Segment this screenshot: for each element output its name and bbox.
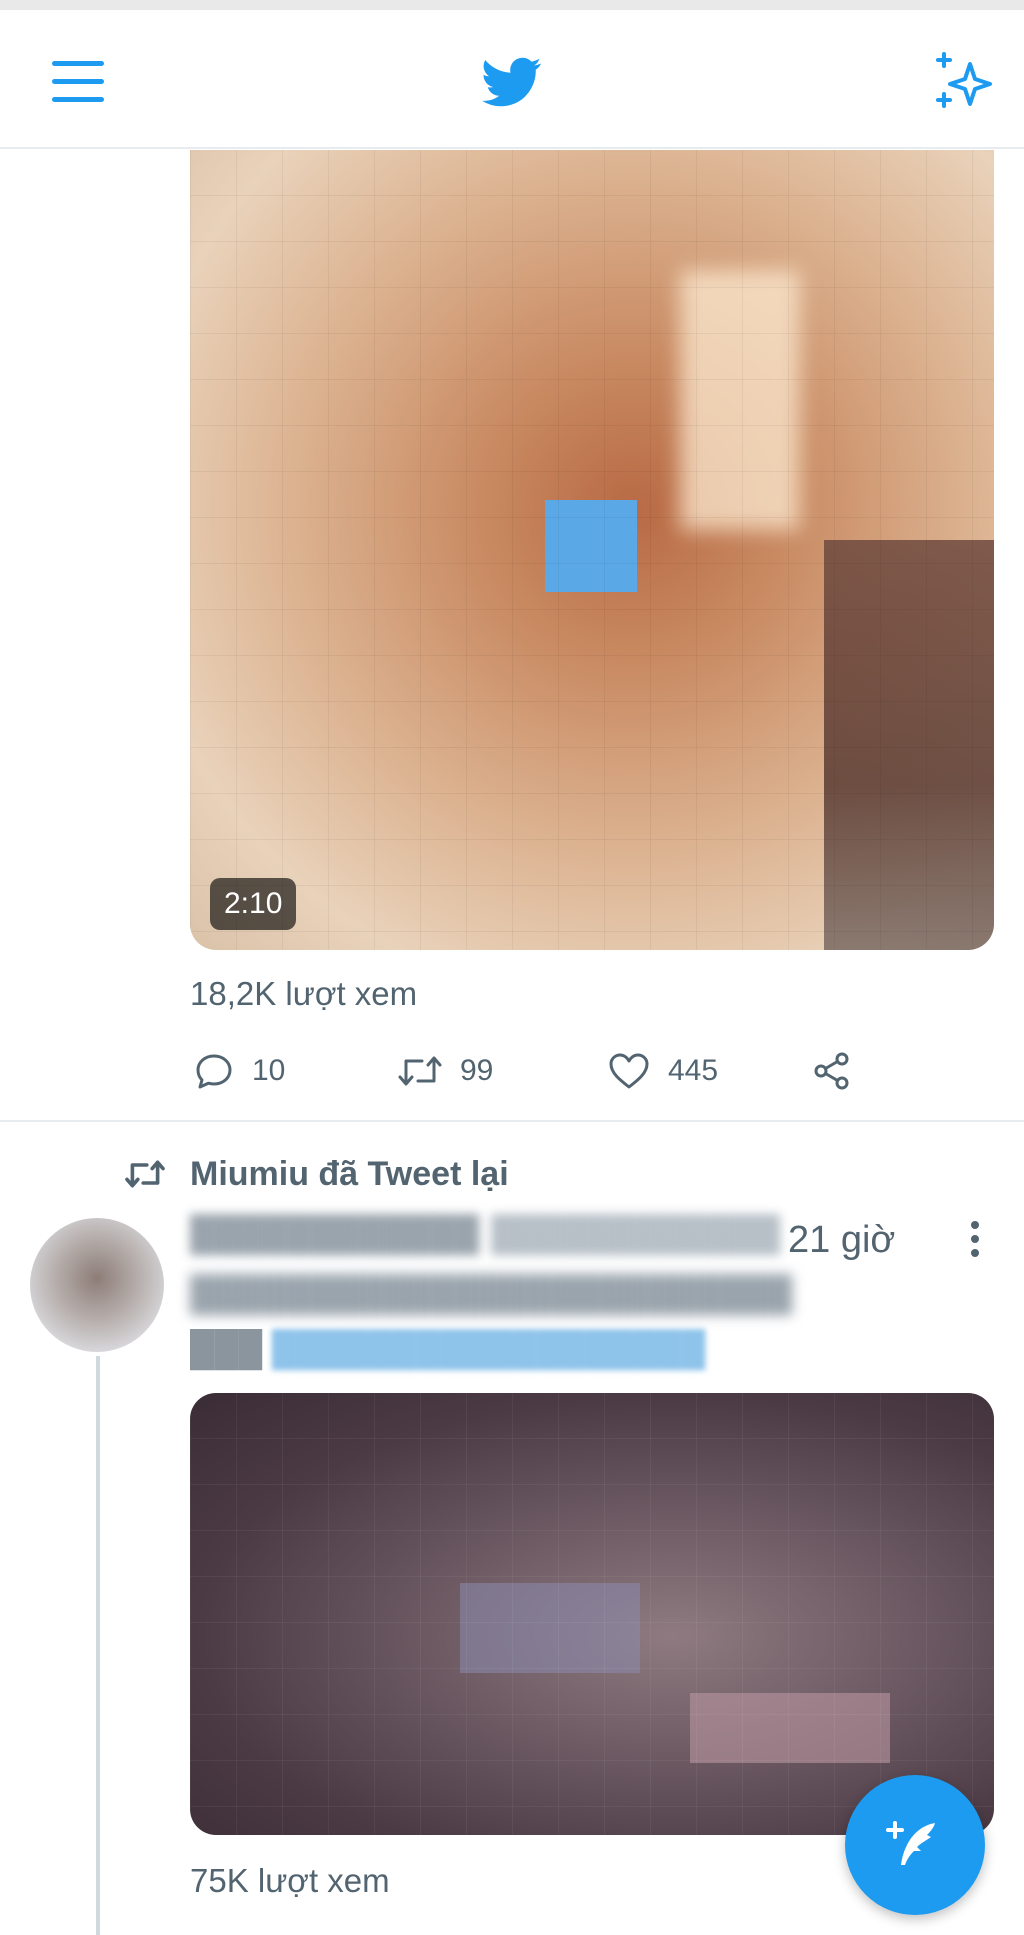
tweet-link-redacted[interactable]: ██████████████████	[272, 1330, 706, 1368]
tweet-link-prefix-redacted: ███	[190, 1330, 263, 1368]
tweet-time[interactable]: 21 giờ	[788, 1219, 895, 1262]
retweet-icon	[398, 1056, 442, 1086]
tweet-video-thumbnail[interactable]: 2:10	[190, 150, 994, 950]
tweet-header: ████████████ ████████████ 21 giờ	[190, 1215, 990, 1265]
top-tweets-button[interactable]	[930, 50, 994, 114]
pixelation-overlay	[190, 150, 994, 950]
author-name-redacted[interactable]: ████████████ ████████████	[190, 1215, 780, 1254]
avatar[interactable]	[30, 1218, 164, 1352]
sparkle-icon	[936, 52, 992, 108]
tweet-link-line: ███ ██████████████████	[190, 1330, 705, 1369]
share-button[interactable]	[812, 1045, 852, 1097]
tweet-actions: 10 99 445	[190, 1045, 890, 1097]
share-icon	[814, 1052, 849, 1090]
tweet-divider	[0, 1120, 1024, 1122]
like-count: 445	[668, 1054, 719, 1087]
hamburger-menu-icon	[52, 61, 104, 102]
reply-button[interactable]: 10	[194, 1045, 285, 1097]
retweet-button[interactable]: 99	[398, 1045, 493, 1097]
retweet-context[interactable]: Miumiu đã Tweet lại	[124, 1150, 509, 1198]
top-app-bar	[0, 10, 1024, 149]
feather-plus-icon	[886, 1821, 935, 1865]
tweet-media-thumbnail[interactable]	[190, 1393, 994, 1835]
more-vertical-icon	[971, 1221, 979, 1257]
retweeted-by-label: Miumiu đã Tweet lại	[190, 1154, 509, 1193]
twitter-logo[interactable]	[482, 52, 542, 112]
more-options-button[interactable]	[960, 1219, 990, 1259]
twitter-bird-icon	[482, 57, 541, 107]
video-duration-badge: 2:10	[210, 878, 297, 930]
tweet-text-redacted: █████████████████████████	[190, 1275, 793, 1313]
like-button[interactable]: 445	[608, 1045, 718, 1097]
compose-tweet-button[interactable]	[845, 1775, 985, 1915]
view-count: 75K lượt xem	[190, 1862, 390, 1899]
reply-count: 10	[252, 1054, 286, 1087]
heart-icon	[609, 1053, 649, 1089]
retweet-icon	[125, 1160, 165, 1188]
reply-icon	[196, 1054, 232, 1089]
status-bar	[0, 0, 1024, 10]
view-count: 18,2K lượt xem	[190, 975, 418, 1012]
pixelation-overlay	[190, 1393, 994, 1835]
retweet-count: 99	[460, 1054, 494, 1087]
thread-line	[96, 1356, 100, 1935]
menu-button[interactable]	[50, 54, 106, 110]
